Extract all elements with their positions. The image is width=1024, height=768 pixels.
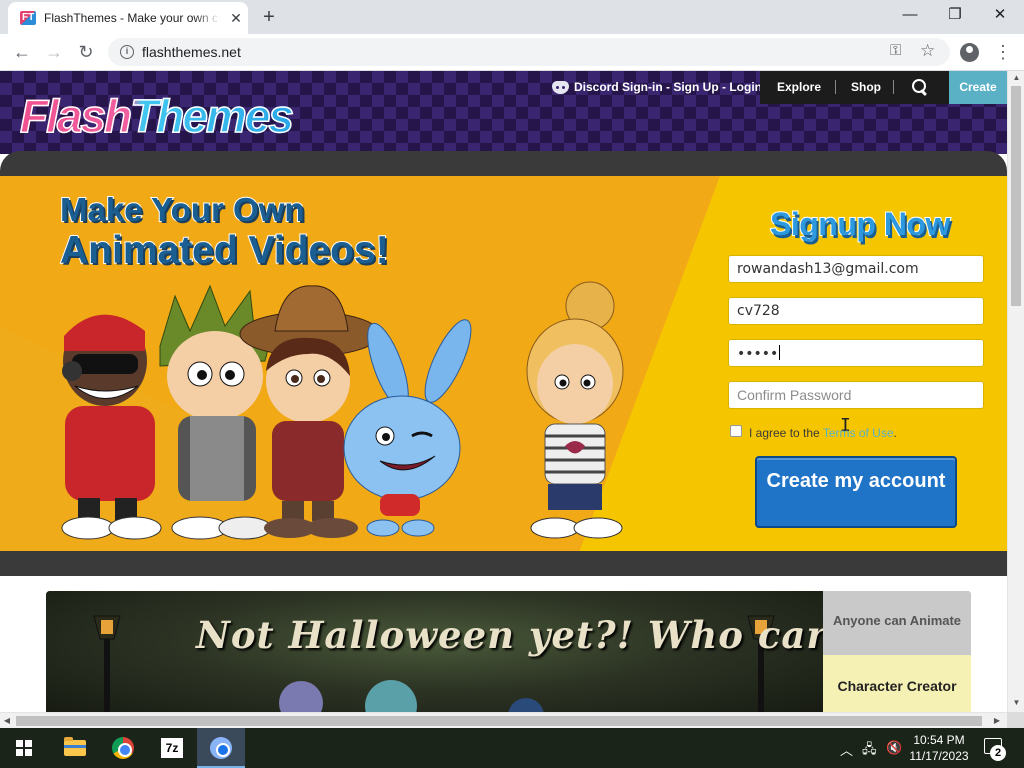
chrome-icon bbox=[112, 737, 134, 759]
horizontal-scrollbar[interactable]: ◀ ▶ bbox=[0, 712, 1007, 728]
site-logo[interactable]: FlashThemes bbox=[19, 89, 295, 143]
chrome-taskbar-button[interactable] bbox=[99, 728, 147, 768]
browser-tab[interactable]: FT FlashThemes - Make your own cartoons … bbox=[8, 2, 248, 34]
volume-muted-icon[interactable]: 🔇 bbox=[886, 740, 902, 756]
create-account-button[interactable]: Create my account bbox=[755, 456, 957, 528]
flashthemes-favicon-icon: FT bbox=[20, 11, 36, 25]
start-button[interactable] bbox=[0, 728, 48, 768]
terms-checkbox[interactable] bbox=[730, 425, 742, 437]
password-field[interactable]: ••••• bbox=[728, 339, 984, 367]
confirm-password-field[interactable]: Confirm Password bbox=[728, 381, 984, 409]
tab-anyone-can-animate[interactable]: Anyone can Animate bbox=[823, 591, 971, 655]
reload-icon[interactable]: ↻ bbox=[74, 41, 98, 63]
scrollbar-corner bbox=[1007, 712, 1024, 728]
system-clock[interactable]: 10:54 PM 11/17/2023 bbox=[904, 732, 974, 764]
hero-section: Make Your Own Animated Videos! Signup No… bbox=[0, 176, 1007, 551]
address-bar[interactable]: i flashthemes.net ⚿ ☆ bbox=[108, 38, 950, 66]
horizontal-scroll-thumb[interactable] bbox=[16, 716, 982, 726]
nav-explore[interactable]: Explore bbox=[777, 71, 821, 104]
tab-character-creator[interactable]: Character Creator bbox=[823, 655, 971, 712]
nav-create-button[interactable]: Create bbox=[949, 71, 1007, 104]
hero-bottom-divider bbox=[0, 551, 1007, 576]
star-icon[interactable]: ☆ bbox=[920, 41, 935, 61]
tab-strip: FT FlashThemes - Make your own cartoons … bbox=[0, 0, 1024, 34]
scroll-left-icon[interactable]: ◀ bbox=[0, 715, 14, 727]
nav-shop[interactable]: Shop bbox=[851, 71, 881, 104]
7zip-icon: 7z bbox=[161, 738, 183, 758]
scroll-up-icon[interactable]: ▲ bbox=[1008, 72, 1024, 84]
nav-separator bbox=[893, 80, 894, 94]
vertical-scrollbar[interactable]: ▲ ▼ bbox=[1007, 71, 1024, 712]
folder-icon bbox=[64, 737, 86, 756]
7zip-taskbar-button[interactable]: 7z bbox=[148, 728, 196, 768]
terms-agreement-label: I agree to the Terms of Use. bbox=[749, 426, 897, 440]
hero-headline-line2: Animated Videos! bbox=[59, 228, 390, 273]
chrome-active-taskbar-button[interactable] bbox=[197, 728, 245, 768]
username-field[interactable]: cv728 bbox=[728, 297, 984, 325]
hero-headline-line1: Make Your Own bbox=[59, 190, 306, 229]
discord-login-link[interactable]: Discord Sign-in - Sign Up - Login bbox=[552, 78, 762, 96]
site-header: FlashThemes Discord Sign-in - Sign Up - … bbox=[0, 71, 1007, 154]
header-divider bbox=[0, 151, 1007, 176]
signup-title: Signup Now bbox=[769, 205, 951, 243]
scroll-down-icon[interactable]: ▼ bbox=[1008, 697, 1024, 709]
maximize-button[interactable]: ❐ bbox=[933, 2, 977, 28]
windows-taskbar: 7z ︿ 🖧 🔇 10:54 PM 11/17/2023 2 bbox=[0, 728, 1024, 768]
file-explorer-button[interactable] bbox=[50, 728, 98, 768]
banner-title: Not Halloween yet?! Who cares!! bbox=[196, 613, 908, 657]
key-icon[interactable]: ⚿ bbox=[890, 42, 901, 59]
email-field[interactable]: rowandash13@gmail.com bbox=[728, 255, 984, 283]
browser-toolbar: ← → ↻ i flashthemes.net ⚿ ☆ ⋮ bbox=[0, 34, 1024, 71]
chrome-icon bbox=[210, 737, 232, 759]
featured-banner[interactable]: Not Halloween yet?! Who cares!! Anyone c… bbox=[46, 591, 971, 712]
windows-logo-icon bbox=[16, 740, 32, 756]
show-hidden-icons-icon[interactable]: ︿ bbox=[840, 740, 853, 759]
menu-icon[interactable]: ⋮ bbox=[994, 41, 1012, 63]
tab-title: FlashThemes - Make your own cartoons bbox=[44, 11, 220, 25]
url-text[interactable]: flashthemes.net bbox=[142, 44, 241, 60]
web-page: FlashThemes Discord Sign-in - Sign Up - … bbox=[0, 71, 1007, 712]
profile-icon[interactable] bbox=[960, 43, 979, 62]
cartoon-characters-illustration bbox=[61, 281, 624, 540]
back-icon[interactable]: ← bbox=[10, 41, 34, 63]
discord-icon bbox=[552, 80, 569, 94]
minimize-button[interactable]: — bbox=[888, 2, 932, 28]
network-icon[interactable]: 🖧 bbox=[862, 740, 877, 762]
clock-date: 11/17/2023 bbox=[909, 749, 969, 763]
notification-count-badge: 2 bbox=[990, 745, 1006, 761]
close-window-button[interactable]: ✕ bbox=[978, 2, 1022, 28]
character-red-hoodie bbox=[61, 314, 162, 540]
terms-of-use-link[interactable]: Terms of Use bbox=[823, 426, 894, 440]
nav-separator bbox=[835, 80, 836, 94]
character-blonde-girl bbox=[526, 281, 624, 539]
scroll-right-icon[interactable]: ▶ bbox=[990, 715, 1004, 727]
vertical-scroll-thumb[interactable] bbox=[1011, 86, 1021, 306]
info-icon[interactable]: i bbox=[120, 45, 134, 59]
character-cowboy-girl bbox=[239, 285, 381, 538]
tab-close-icon[interactable]: ✕ bbox=[228, 10, 244, 26]
search-icon[interactable] bbox=[911, 78, 929, 96]
forward-icon[interactable]: → bbox=[42, 41, 66, 63]
clock-time: 10:54 PM bbox=[913, 733, 965, 747]
new-tab-button[interactable]: + bbox=[258, 6, 280, 28]
